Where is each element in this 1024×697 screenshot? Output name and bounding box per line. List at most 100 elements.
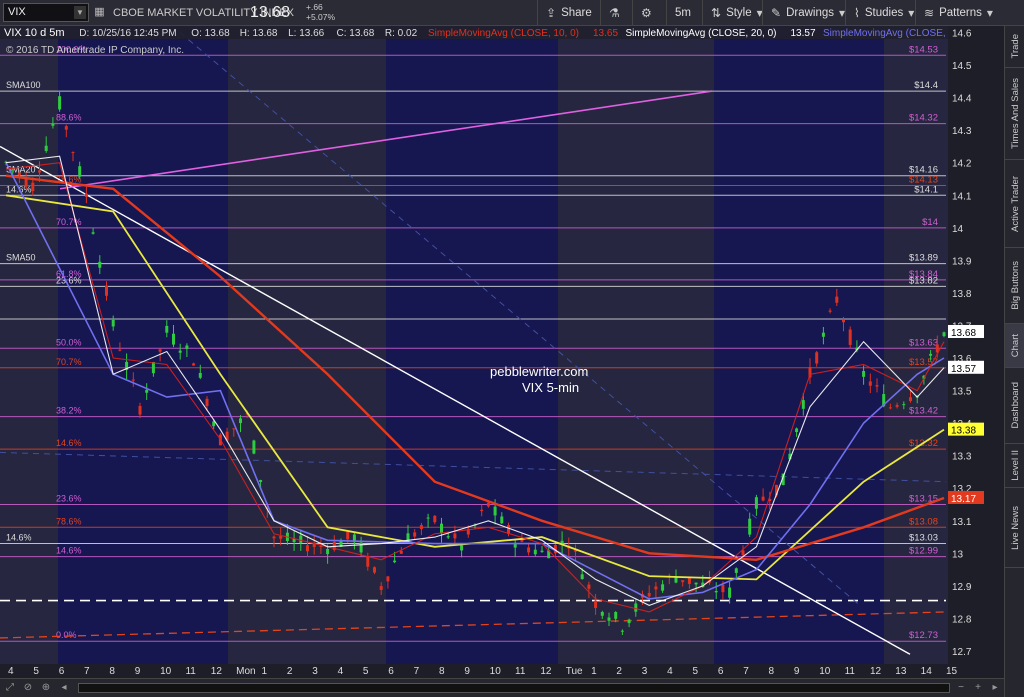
crosshair-icon[interactable]: ⊕ xyxy=(40,682,52,694)
candle-body xyxy=(426,517,430,519)
sidebar-tab-dashboard[interactable]: Dashboard xyxy=(1005,368,1024,444)
fib-level-right-label: $14.32 xyxy=(909,113,938,124)
fib-level-left-label: 23.6% xyxy=(56,494,82,504)
candle-body xyxy=(366,556,370,567)
candle-body xyxy=(909,397,912,402)
flask-button[interactable]: ⚗ xyxy=(600,0,628,26)
sidebar-tab-label: Active Trader xyxy=(1009,175,1021,232)
watermark-subtext: VIX 5-min xyxy=(522,380,579,395)
last-price: 13.68 xyxy=(250,4,291,21)
share-button[interactable]: ⇪ Share xyxy=(537,0,600,26)
price-axis-tick: 14.2 xyxy=(952,159,972,170)
candle-body xyxy=(741,550,745,556)
style-button[interactable]: ⇅ Style ▾ xyxy=(702,0,771,26)
candle-body xyxy=(493,506,497,516)
time-axis-tick: 14 xyxy=(921,666,933,677)
time-axis-tick: Mon xyxy=(236,666,255,677)
candle-body xyxy=(486,502,490,507)
candle-body xyxy=(761,496,765,501)
time-axis-tick: 8 xyxy=(109,666,115,677)
sidebar-tab-active-trader[interactable]: Active Trader xyxy=(1005,160,1024,248)
share-label: Share xyxy=(561,7,592,19)
candle-body xyxy=(460,545,464,551)
time-axis-tick: 4 xyxy=(8,666,14,677)
candle-body xyxy=(815,352,819,364)
candle-body xyxy=(91,232,95,234)
time-scrollbar[interactable] xyxy=(78,683,950,693)
candle-body xyxy=(205,398,209,406)
price-chart[interactable]: 100.0% $14.53SMA100 $14.488.6% $14.32SMA20 $… xyxy=(0,26,1004,678)
fib-level-left-label: SMA50 xyxy=(6,253,36,263)
time-axis-tick: 10 xyxy=(490,666,502,677)
time-axis-tick: 1 xyxy=(591,666,597,677)
candle-body xyxy=(654,586,658,590)
candle-body xyxy=(888,407,892,409)
sidebar-tab-chart[interactable]: Chart xyxy=(1005,324,1024,368)
patterns-button[interactable]: ≋ Patterns ▾ xyxy=(915,0,1001,26)
zoom-in-icon[interactable]: + xyxy=(972,682,984,694)
sidebar-tab-trade[interactable]: Trade xyxy=(1005,26,1024,68)
candle-body xyxy=(71,152,75,154)
zoom-out-icon[interactable]: − xyxy=(955,682,967,694)
session-band-2 xyxy=(714,26,884,664)
sidebar-tab-label: Dashboard xyxy=(1009,382,1021,429)
candle-body xyxy=(828,310,832,312)
fib-level-right-label: $13.89 xyxy=(909,253,938,264)
fib-level-left-label: 0.0% xyxy=(56,630,77,640)
candle-body xyxy=(875,385,879,387)
chevron-right-icon[interactable]: ▸ xyxy=(989,682,1001,694)
fib-level-left-label: 70.7% xyxy=(56,217,82,227)
candle-body xyxy=(527,547,531,553)
studies-button[interactable]: ⌇ Studies ▾ xyxy=(845,0,922,26)
candle-body xyxy=(17,172,21,176)
time-axis-tick: 12 xyxy=(870,666,882,677)
candle-body xyxy=(902,404,906,406)
symbol-input[interactable]: VIX ▼ xyxy=(3,3,89,22)
time-axis xyxy=(0,664,948,678)
grid-icon[interactable]: ▦ xyxy=(92,5,107,20)
candle-body xyxy=(38,170,41,173)
time-axis-tick: 10 xyxy=(819,666,831,677)
settings-button[interactable]: ⚙ xyxy=(632,0,660,26)
drawings-button[interactable]: ✎ Drawings ▾ xyxy=(762,0,853,26)
expand-icon[interactable]: ⤢ xyxy=(4,682,16,694)
time-axis-tick: 6 xyxy=(388,666,394,677)
candle-body xyxy=(379,586,383,590)
candle-body xyxy=(31,182,35,192)
time-axis-tick: 6 xyxy=(59,666,65,677)
candle-body xyxy=(373,567,376,573)
timeframe-button[interactable]: 5m xyxy=(666,0,699,26)
price-axis-tick: 14.1 xyxy=(952,191,972,202)
watermark-text: pebblewriter.com xyxy=(490,364,588,379)
sidebar-tab-level-ii[interactable]: Level II xyxy=(1005,444,1024,488)
candle-body xyxy=(279,536,283,539)
lock-icon[interactable]: ⊘ xyxy=(22,682,34,694)
chart-header-item: SimpleMovingAvg (CLOSE, 20, 0) xyxy=(626,28,777,39)
symbol-text: VIX xyxy=(8,6,26,18)
time-axis-tick: 5 xyxy=(363,666,369,677)
chevron-down-icon[interactable]: ▼ xyxy=(74,6,86,19)
candle-body xyxy=(299,535,303,543)
sidebar-tab-times-and-sales[interactable]: Times And Sales xyxy=(1005,68,1024,160)
price-axis-tick: 13 xyxy=(952,549,964,560)
time-axis-tick: 8 xyxy=(769,666,775,677)
candle-body xyxy=(634,603,638,612)
candle-body xyxy=(252,440,256,454)
studies-label: Studies xyxy=(864,7,904,19)
sidebar-tab-live-news[interactable]: Live News xyxy=(1005,488,1024,568)
sidebar-tab-big-buttons[interactable]: Big Buttons xyxy=(1005,248,1024,324)
sidebar-tab-label: Chart xyxy=(1009,333,1021,358)
sidebar-tab-label: Level II xyxy=(1009,450,1021,481)
candle-body xyxy=(306,545,309,552)
gear-icon: ⚙ xyxy=(641,6,652,20)
time-axis-tick: 2 xyxy=(287,666,293,677)
sidebar-tab-label: Trade xyxy=(1009,34,1021,59)
candle-body xyxy=(801,400,805,409)
chart-header-item: L: 13.66 xyxy=(288,28,325,39)
candle-body xyxy=(105,285,108,296)
right-sidebar: Trade Times And Sales Active Trader Big But… xyxy=(1004,26,1024,697)
chevron-left-icon[interactable]: ◂ xyxy=(58,682,70,694)
sidebar-tab-label: Live News xyxy=(1009,505,1021,550)
candle-body xyxy=(533,549,537,555)
style-icon: ⇅ xyxy=(711,6,722,20)
